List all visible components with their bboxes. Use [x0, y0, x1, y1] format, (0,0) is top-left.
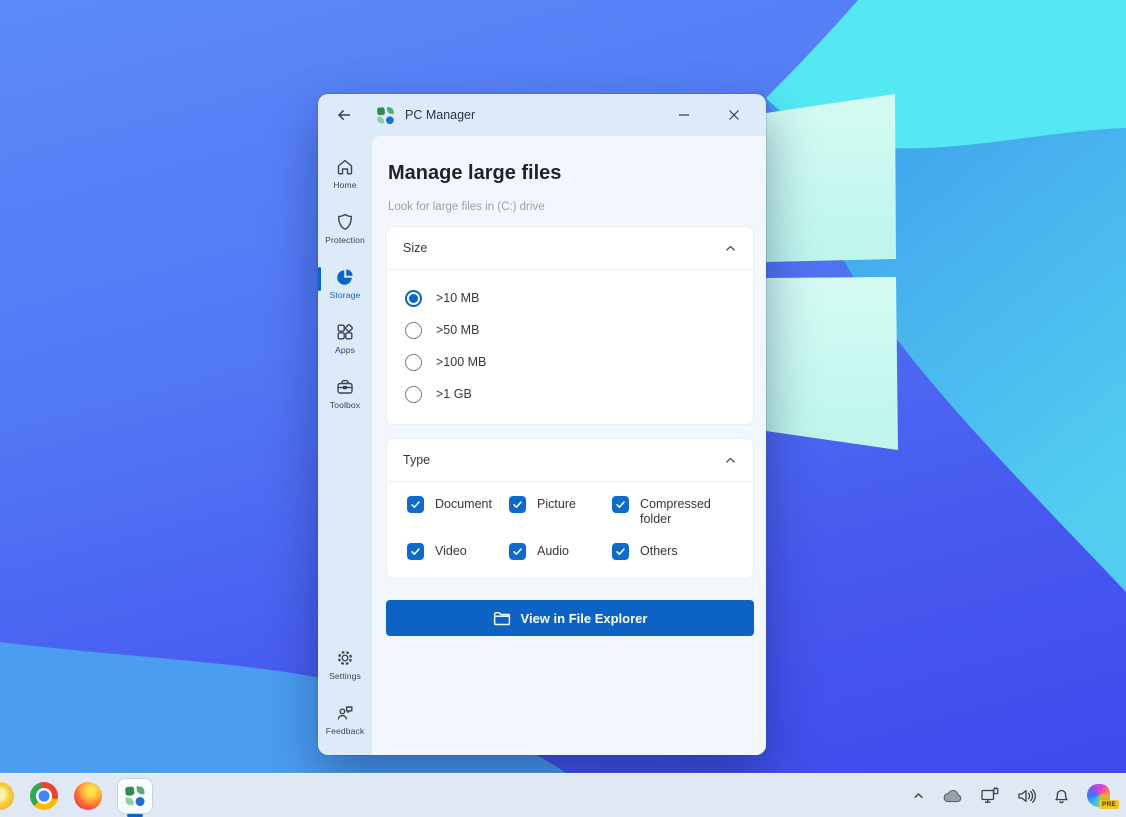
taskbar-pinned-apps — [0, 778, 152, 817]
sidebar-item-apps[interactable]: Apps — [318, 311, 372, 366]
radio-selected[interactable] — [405, 289, 422, 307]
checkbox-checked[interactable] — [612, 543, 629, 560]
home-icon — [335, 157, 355, 177]
checkbox-label: Picture — [537, 497, 576, 511]
checkbox-label: Others — [640, 544, 678, 558]
hidden-icons-chevron-icon[interactable] — [912, 789, 925, 802]
checkbox-checked[interactable] — [612, 496, 629, 513]
desktop: PC Manager Home Protection Storage Apps … — [0, 0, 1126, 817]
feedback-icon — [335, 703, 355, 723]
type-card: Type Document Picture Compressed folder … — [386, 438, 754, 579]
storage-pie-icon — [335, 267, 355, 287]
size-card-title: Size — [403, 241, 428, 255]
chrome-icon[interactable] — [30, 781, 58, 810]
checkbox-label: Compressed folder — [640, 497, 711, 526]
sidebar-item-label: Apps — [335, 345, 355, 355]
sidebar-item-label: Feedback — [325, 726, 365, 736]
sidebar-item-label: Storage — [329, 290, 361, 300]
checkbox-option-others[interactable]: Others — [612, 543, 737, 560]
checkbox-checked[interactable] — [407, 543, 424, 560]
pc-manager-icon — [124, 785, 146, 807]
chevron-up-icon — [724, 242, 737, 255]
checkbox-option-picture[interactable]: Picture — [509, 496, 612, 527]
title-bar: PC Manager — [318, 94, 766, 136]
sidebar-item-protection[interactable]: Protection — [318, 201, 372, 256]
folder-icon — [493, 611, 511, 626]
checkbox-checked[interactable] — [407, 496, 424, 513]
page-subtitle: Look for large files in (C:) drive — [388, 201, 545, 213]
volume-icon[interactable] — [1017, 788, 1036, 804]
type-card-title: Type — [403, 453, 431, 467]
sidebar-nav: Home Protection Storage Apps Toolbox Set… — [318, 136, 372, 755]
onedrive-cloud-icon[interactable] — [942, 788, 963, 803]
sidebar-item-home[interactable]: Home — [318, 146, 372, 201]
minimize-button[interactable] — [670, 101, 698, 129]
checkbox-label: Audio — [537, 544, 569, 558]
radio-label: >1 GB — [436, 387, 472, 401]
checkbox-option-compressed-folder[interactable]: Compressed folder — [612, 496, 737, 527]
taskbar: PRE — [0, 773, 1126, 817]
size-options: >10 MB >50 MB >100 MB >1 GB — [387, 270, 753, 424]
checkbox-option-audio[interactable]: Audio — [509, 543, 612, 560]
type-card-header[interactable]: Type — [387, 439, 753, 481]
checkbox-label: Document — [435, 497, 492, 511]
size-card-header[interactable]: Size — [387, 227, 753, 269]
sidebar-item-label: Toolbox — [329, 400, 361, 410]
pc-manager-taskbar-button[interactable] — [118, 778, 152, 817]
radio-option-100mb[interactable]: >100 MB — [405, 346, 737, 378]
system-tray: PRE — [912, 784, 1126, 809]
chrome-canary-icon[interactable] — [0, 781, 14, 810]
size-card: Size >10 MB >50 MB >100 MB >1 GB — [386, 226, 754, 425]
back-arrow-icon — [336, 107, 352, 123]
copilot-preview-badge: PRE — [1099, 800, 1119, 809]
toolbox-icon — [335, 377, 355, 397]
sidebar-item-label: Settings — [329, 671, 361, 681]
radio-label: >100 MB — [436, 355, 487, 369]
radio-unselected[interactable] — [405, 353, 422, 371]
checkbox-checked[interactable] — [509, 496, 526, 513]
close-icon — [728, 109, 740, 121]
checkbox-checked[interactable] — [509, 543, 526, 560]
sidebar-item-storage[interactable]: Storage — [318, 256, 372, 311]
main-content: Manage large files Look for large files … — [372, 136, 766, 755]
gear-icon — [335, 648, 355, 668]
checkbox-option-video[interactable]: Video — [407, 543, 509, 560]
radio-label: >50 MB — [436, 323, 480, 337]
page-title: Manage large files — [388, 162, 562, 184]
minimize-icon — [678, 109, 690, 121]
sidebar-item-label: Protection — [325, 235, 365, 245]
checkbox-option-document[interactable]: Document — [407, 496, 509, 527]
sidebar-item-settings[interactable]: Settings — [318, 637, 372, 692]
sidebar-item-toolbox[interactable]: Toolbox — [318, 366, 372, 421]
copilot-icon[interactable]: PRE — [1087, 784, 1119, 809]
radio-unselected[interactable] — [405, 385, 422, 403]
sidebar-item-label: Home — [333, 180, 357, 190]
back-button[interactable] — [330, 101, 358, 129]
radio-unselected[interactable] — [405, 321, 422, 339]
notifications-bell-icon[interactable] — [1053, 787, 1070, 804]
network-display-icon[interactable] — [980, 786, 1000, 805]
view-in-file-explorer-button[interactable]: View in File Explorer — [386, 600, 754, 636]
chevron-up-icon — [724, 454, 737, 467]
radio-option-10mb[interactable]: >10 MB — [405, 282, 737, 314]
pc-manager-logo-icon — [376, 106, 395, 125]
firefox-icon[interactable] — [74, 781, 102, 810]
type-options: Document Picture Compressed folder Video… — [387, 482, 753, 578]
radio-option-1gb[interactable]: >1 GB — [405, 378, 737, 410]
shield-icon — [335, 212, 355, 232]
radio-label: >10 MB — [436, 291, 480, 305]
apps-grid-icon — [335, 322, 355, 342]
active-nav-indicator — [318, 267, 321, 291]
button-label: View in File Explorer — [520, 610, 648, 626]
window-title: PC Manager — [405, 108, 476, 122]
active-app-indicator — [127, 813, 143, 817]
radio-option-50mb[interactable]: >50 MB — [405, 314, 737, 346]
pc-manager-window: PC Manager Home Protection Storage Apps … — [318, 94, 766, 755]
close-button[interactable] — [720, 101, 748, 129]
sidebar-item-feedback[interactable]: Feedback — [318, 692, 372, 747]
checkbox-label: Video — [435, 544, 467, 558]
